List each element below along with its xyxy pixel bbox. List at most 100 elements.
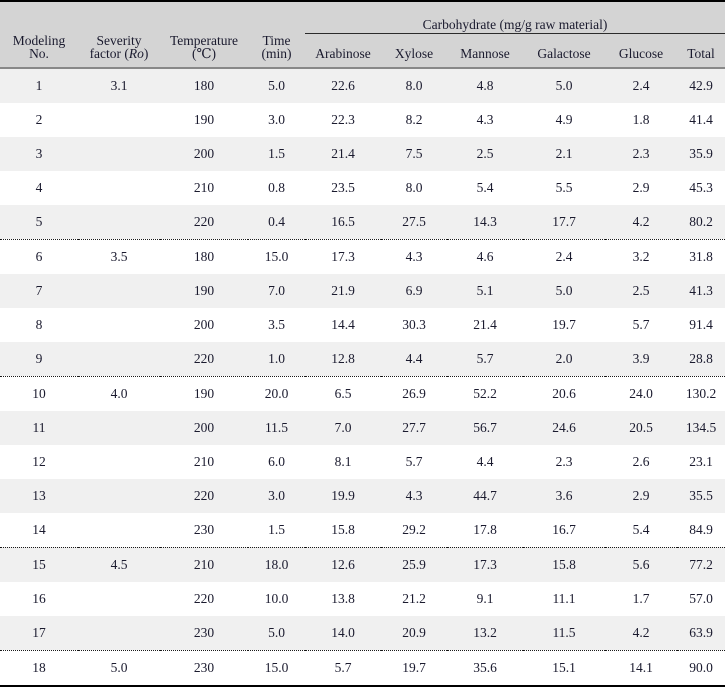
cell-galactose: 2.4 [523, 239, 605, 274]
column-header-severity-factor: Severity factor (Ro) [78, 32, 160, 69]
cell-time: 0.8 [248, 170, 305, 205]
severity-prefix: factor ( [89, 46, 129, 61]
cell-galactose: 5.0 [523, 273, 605, 308]
cell-mannose: 44.7 [447, 478, 523, 513]
cell-glucose: 5.7 [605, 307, 677, 342]
cell-arabinose: 23.5 [305, 170, 381, 205]
table-row: 1 3.1 180 5.0 22.6 8.0 4.8 5.0 2.4 42.9 [0, 67, 725, 103]
cell-xylose: 8.0 [381, 67, 447, 103]
cell-glucose: 4.2 [605, 204, 677, 240]
cell-glucose: 2.9 [605, 478, 677, 513]
cell-temp: 180 [160, 239, 248, 274]
cell-xylose: 27.5 [381, 204, 447, 240]
cell-time: 0.4 [248, 204, 305, 240]
cell-mannose: 5.1 [447, 273, 523, 308]
carbohydrate-yield-table: Carbohydrate (mg/g raw material) Modelin… [0, 0, 725, 687]
table-row: 5 220 0.4 16.5 27.5 14.3 17.7 4.2 80.2 [0, 204, 725, 240]
cell-glucose: 3.9 [605, 341, 677, 377]
cell-arabinose: 19.9 [305, 478, 381, 513]
cell-arabinose: 17.3 [305, 239, 381, 274]
cell-time: 1.0 [248, 341, 305, 377]
cell-total: 28.8 [677, 341, 725, 377]
cell-galactose: 11.5 [523, 615, 605, 651]
column-header-modeling-no-line2: No. [29, 46, 49, 61]
column-header-total: Total [677, 33, 725, 69]
cell-severity [78, 444, 160, 479]
cell-xylose: 5.7 [381, 444, 447, 479]
table-row: 15 4.5 210 18.0 12.6 25.9 17.3 15.8 5.6 77.2 [0, 547, 725, 582]
cell-mannose: 17.8 [447, 512, 523, 548]
cell-xylose: 7.5 [381, 136, 447, 171]
cell-total: 57.0 [677, 581, 725, 616]
cell-mannose: 21.4 [447, 307, 523, 342]
column-header-severity-line1: Severity [96, 32, 142, 48]
cell-arabinose: 21.4 [305, 136, 381, 171]
cell-temp: 190 [160, 376, 248, 411]
column-header-time: Time (min) [248, 33, 305, 69]
cell-galactose: 5.5 [523, 170, 605, 205]
cell-temp: 180 [160, 67, 248, 103]
cell-severity [78, 478, 160, 513]
cell-galactose: 5.0 [523, 67, 605, 103]
table-row: 7 190 7.0 21.9 6.9 5.1 5.0 2.5 41.3 [0, 273, 725, 308]
cell-time: 7.0 [248, 273, 305, 308]
table-row: 4 210 0.8 23.5 8.0 5.4 5.5 2.9 45.3 [0, 170, 725, 205]
cell-mannose: 14.3 [447, 204, 523, 240]
cell-total: 41.3 [677, 273, 725, 308]
cell-arabinose: 12.6 [305, 547, 381, 582]
cell-galactose: 15.8 [523, 547, 605, 582]
cell-time: 5.0 [248, 67, 305, 103]
cell-total: 45.3 [677, 170, 725, 205]
cell-no: 11 [0, 410, 78, 445]
carbohydrate-yield-table-container: Carbohydrate (mg/g raw material) Modelin… [0, 0, 725, 687]
cell-galactose: 11.1 [523, 581, 605, 616]
cell-mannose: 13.2 [447, 615, 523, 651]
cell-mannose: 9.1 [447, 581, 523, 616]
table-row: 8 200 3.5 14.4 30.3 21.4 19.7 5.7 91.4 [0, 307, 725, 342]
table-row: 16 220 10.0 13.8 21.2 9.1 11.1 1.7 57.0 [0, 581, 725, 616]
cell-xylose: 6.9 [381, 273, 447, 308]
table-row: 2 190 3.0 22.3 8.2 4.3 4.9 1.8 41.4 [0, 102, 725, 137]
header-spacer-temperature [160, 0, 248, 34]
cell-xylose: 8.0 [381, 170, 447, 205]
cell-xylose: 20.9 [381, 615, 447, 651]
cell-severity [78, 273, 160, 308]
cell-temp: 220 [160, 204, 248, 240]
cell-severity [78, 615, 160, 651]
column-header-modeling-no: Modeling No. [0, 33, 78, 69]
cell-galactose: 19.7 [523, 307, 605, 342]
cell-no: 10 [0, 376, 78, 411]
cell-arabinose: 16.5 [305, 204, 381, 240]
cell-xylose: 21.2 [381, 581, 447, 616]
cell-galactose: 4.9 [523, 102, 605, 137]
cell-time: 15.0 [248, 239, 305, 274]
column-header-arabinose: Arabinose [305, 33, 381, 69]
header-spacer-no [0, 0, 78, 34]
cell-arabinose: 22.6 [305, 67, 381, 103]
cell-total: 41.4 [677, 102, 725, 137]
cell-temp: 210 [160, 547, 248, 582]
cell-total: 63.9 [677, 615, 725, 651]
cell-mannose: 17.3 [447, 547, 523, 582]
cell-total: 23.1 [677, 444, 725, 479]
cell-total: 91.4 [677, 307, 725, 342]
cell-mannose: 56.7 [447, 410, 523, 445]
cell-arabinose: 7.0 [305, 410, 381, 445]
cell-time: 6.0 [248, 444, 305, 479]
cell-total: 35.5 [677, 478, 725, 513]
cell-mannose: 4.4 [447, 444, 523, 479]
cell-mannose: 5.4 [447, 170, 523, 205]
cell-mannose: 4.3 [447, 102, 523, 137]
column-header-mannose: Mannose [447, 33, 523, 69]
cell-temp: 190 [160, 102, 248, 137]
cell-time: 1.5 [248, 136, 305, 171]
cell-xylose: 4.4 [381, 341, 447, 377]
cell-severity: 4.0 [78, 376, 160, 411]
cell-no: 7 [0, 273, 78, 308]
cell-total: 35.9 [677, 136, 725, 171]
table-row: 14 230 1.5 15.8 29.2 17.8 16.7 5.4 84.9 [0, 512, 725, 548]
cell-temp: 190 [160, 273, 248, 308]
cell-mannose: 52.2 [447, 376, 523, 411]
table-row: 10 4.0 190 20.0 6.5 26.9 52.2 20.6 24.0 130.2 [0, 376, 725, 411]
cell-glucose: 24.0 [605, 376, 677, 411]
